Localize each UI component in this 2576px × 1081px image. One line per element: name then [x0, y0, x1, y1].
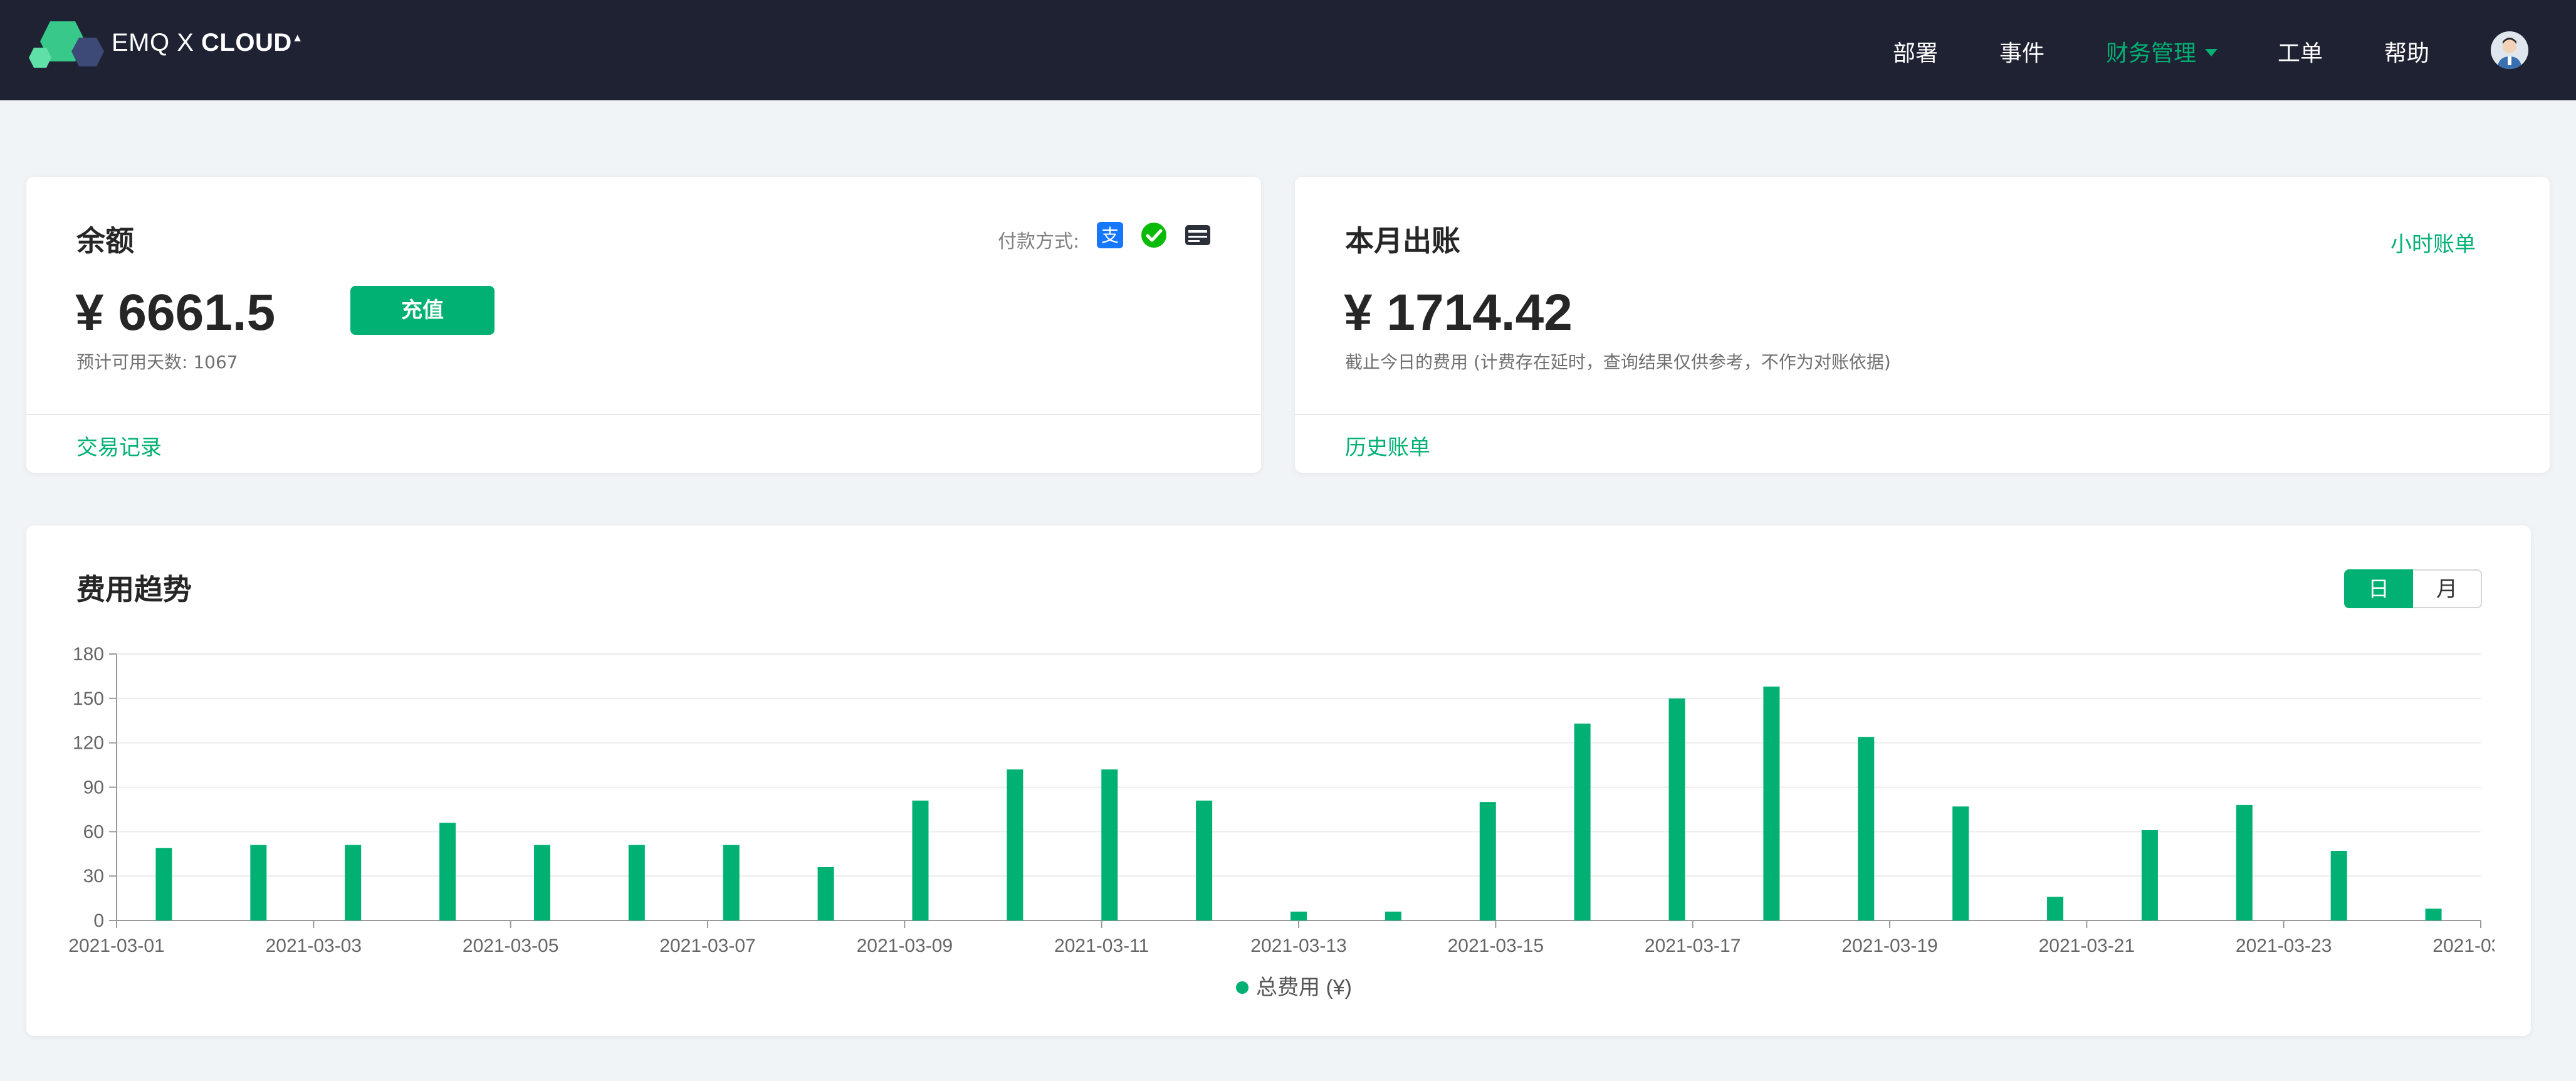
balance-title: 余额 [76, 224, 134, 258]
bar [1007, 769, 1024, 920]
bar [1858, 737, 1875, 920]
x-tick-label: 2021-03-11 [1054, 936, 1149, 956]
bar [1479, 802, 1496, 920]
brand-mark-icon: ▲ [291, 31, 304, 44]
nav-deploy[interactable]: 部署 [1893, 35, 1938, 68]
alipay-icon[interactable]: 支 [1097, 222, 1123, 248]
monthly-bill-card: 本月出账 小时账单 ¥ 1714.42 截止今日的费用 (计费存在延时，查询结果… [1295, 177, 2550, 473]
nav-finance[interactable]: 财务管理 [2106, 35, 2218, 68]
brand-name[interactable]: EMQ X CLOUD▲ [112, 29, 303, 57]
balance-amount: ¥ 6661.5 [75, 284, 276, 341]
bar [1101, 769, 1118, 920]
avatar-icon [2491, 31, 2528, 69]
y-tick-label: 60 [83, 821, 104, 842]
x-tick-label: 2021-03-17 [1645, 936, 1741, 956]
nav-help[interactable]: 帮助 [2384, 35, 2429, 68]
bar [2047, 897, 2064, 920]
bar [2236, 804, 2253, 920]
wechat-pay-icon[interactable] [1141, 222, 1167, 248]
bar [912, 800, 929, 920]
bar [628, 845, 645, 920]
bar [250, 845, 267, 920]
cost-trend-chart: 0 30 60 90 120 150 180 2021-03-01 2021-03-03 2021… [68, 644, 2495, 999]
bar [1574, 723, 1591, 920]
recharge-button[interactable]: 充值 [350, 286, 495, 335]
bar [817, 867, 834, 920]
nav-finance-label: 财务管理 [2106, 41, 2197, 66]
bar [1952, 806, 1969, 920]
bar [439, 823, 456, 920]
chevron-down-icon [2205, 49, 2218, 56]
hourly-bill-link[interactable]: 小时账单 [2390, 227, 2476, 258]
transaction-records-link[interactable]: 交易记录 [76, 430, 162, 461]
monthly-card-divider [1295, 414, 2550, 415]
brand-bold-text: CLOUD [201, 29, 292, 56]
x-tick-label: 2021-03-09 [857, 936, 953, 956]
x-tick-label: 2021-03-03 [266, 936, 362, 956]
x-tick-label: 2021-03-25 [2432, 936, 2495, 956]
bar [1763, 686, 1780, 920]
y-tick-label: 120 [73, 733, 104, 754]
balance-card-divider [26, 414, 1261, 415]
y-tick-label: 30 [83, 866, 104, 887]
x-tick-label: 2021-03-23 [2236, 936, 2332, 956]
nav-events[interactable]: 事件 [1999, 35, 2045, 68]
bar [723, 845, 740, 920]
emqx-logo[interactable] [25, 19, 125, 72]
x-tick-label: 2021-03-21 [2039, 936, 2135, 956]
bar [2425, 909, 2442, 920]
svg-text:支: 支 [1101, 225, 1119, 246]
history-bills-link[interactable]: 历史账单 [1345, 430, 1430, 461]
y-tick-label: 90 [83, 778, 104, 798]
y-tick-label: 0 [93, 910, 104, 931]
bar [1291, 911, 1307, 920]
x-tick-label: 2021-03-05 [463, 936, 558, 956]
billing-delay-note: 截止今日的费用 (计费存在延时，查询结果仅供参考，不作为对账依据) [1345, 352, 1891, 372]
cost-trend-title: 费用趋势 [76, 572, 192, 606]
bar [2141, 830, 2158, 920]
bar [1668, 698, 1685, 920]
bar [155, 848, 172, 920]
monthly-bill-amount: ¥ 1714.42 [1344, 284, 1573, 341]
legend-marker [1236, 981, 1249, 994]
x-tick-label: 2021-03-07 [659, 936, 755, 956]
toggle-monthly[interactable]: 月 [2413, 569, 2482, 608]
balance-card: 余额 ¥ 6661.5 预计可用天数: 1067 交易记录 [26, 177, 1261, 473]
x-tick-label: 2021-03-15 [1448, 936, 1544, 956]
y-tick-label: 150 [73, 688, 104, 709]
x-tick-label: 2021-03-01 [68, 936, 164, 956]
bar [345, 845, 362, 920]
x-tick-label: 2021-03-13 [1250, 936, 1346, 956]
estimated-days-text: 预计可用天数: 1067 [76, 352, 238, 372]
top-navigation-bar: EMQ X CLOUD▲ 部署 事件 财务管理 工单 帮助 [0, 0, 2576, 100]
bar [1385, 911, 1401, 920]
brand-light-text: EMQ X [112, 29, 202, 56]
bar [1196, 800, 1213, 920]
toggle-daily[interactable]: 日 [2344, 569, 2413, 608]
bar [2330, 851, 2347, 920]
bank-card-icon[interactable] [1185, 222, 1211, 248]
user-avatar[interactable] [2491, 31, 2528, 69]
legend-label: 总费用 (¥) [1256, 976, 1352, 999]
bar [533, 845, 550, 920]
nav-tickets[interactable]: 工单 [2278, 35, 2323, 68]
monthly-bill-title: 本月出账 [1345, 224, 1460, 258]
y-tick-label: 180 [73, 644, 104, 665]
payment-methods-label: 付款方式: [998, 231, 1080, 253]
x-tick-label: 2021-03-19 [1841, 936, 1937, 956]
